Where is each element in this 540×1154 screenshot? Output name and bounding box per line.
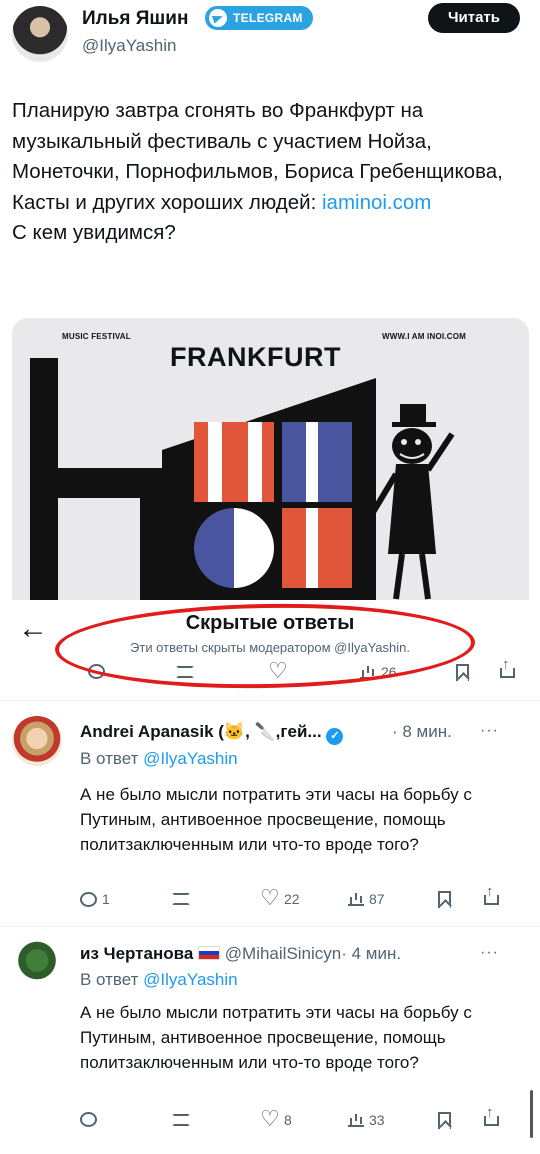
author-name[interactable]: Илья Яшин [82, 8, 188, 30]
bookmark-icon [456, 664, 469, 681]
heart-icon [260, 885, 280, 911]
more-options-icon[interactable]: ··· [480, 944, 499, 962]
views-icon [348, 892, 364, 906]
reply-time[interactable]: · 8 мин. [392, 722, 452, 742]
reply-count: 1 [102, 891, 110, 907]
reply-to-prefix: В ответ [80, 970, 144, 989]
more-options-icon[interactable]: ··· [480, 722, 499, 740]
reply-time[interactable]: · 4 мин. [341, 944, 401, 963]
retweet-icon [172, 1114, 190, 1126]
reply-author-name-text: Andrei Apanasik (🐱, 🔪,гей... [80, 722, 322, 741]
like-count: 8 [284, 1112, 292, 1128]
reply-to-line: В ответ @IlyaYashin [80, 970, 238, 990]
views-button[interactable]: 33 [348, 1112, 385, 1128]
views-button[interactable]: 87 [348, 891, 385, 907]
author-handle[interactable]: @IlyaYashin [82, 36, 176, 56]
telegram-badge[interactable]: TELEGRAM [205, 6, 313, 30]
poster-letter [282, 508, 352, 588]
tweet-text-question: С кем увидимся? [12, 221, 176, 244]
reply-text: А не было мысли потратить эти часы на бо… [80, 785, 472, 854]
tweet-link[interactable]: iaminoi.com [322, 191, 431, 214]
reply-author-name-text: из Чертанова [80, 944, 194, 963]
reply-icon [80, 1112, 97, 1127]
reply-to-handle[interactable]: @IlyaYashin [143, 749, 237, 768]
reply-avatar[interactable] [12, 938, 62, 988]
bookmark-icon [438, 1112, 451, 1129]
author-avatar[interactable] [12, 6, 68, 62]
reply-button[interactable] [80, 1112, 97, 1127]
tweet-text: Планирую завтра сгонять во Франкфурт на … [12, 96, 522, 249]
share-button[interactable] [484, 883, 499, 905]
reply-to-line: В ответ @IlyaYashin [80, 749, 238, 769]
retweet-button[interactable] [172, 1114, 190, 1126]
share-icon [484, 1104, 499, 1126]
poster-letter [194, 508, 274, 588]
like-count: 22 [284, 891, 300, 907]
poster-letter [194, 422, 274, 502]
reply-to-prefix: В ответ [80, 749, 144, 768]
bookmark-button[interactable] [438, 1112, 451, 1129]
verified-icon: ✓ [326, 728, 344, 745]
divider [0, 700, 540, 701]
retweet-button[interactable] [172, 893, 190, 905]
views-count: 87 [369, 891, 385, 907]
russian-flag-icon [198, 946, 221, 960]
divider [0, 926, 540, 927]
share-icon [500, 656, 515, 678]
read-button[interactable]: Читать [428, 3, 520, 33]
views-icon [348, 1113, 364, 1127]
poster-shape [140, 468, 165, 618]
poster-title: FRANKFURT [170, 342, 341, 372]
tweet-header: Илья Яшин TELEGRAM @IlyaYashin Читать [0, 0, 540, 90]
festival-poster-image[interactable]: MUSIC FESTIVAL WWW.I AM INOI.COM FRANKFU… [12, 318, 529, 618]
bookmark-button[interactable] [438, 891, 451, 908]
share-button[interactable] [500, 656, 515, 678]
poster-label-left: MUSIC FESTIVAL [62, 332, 131, 341]
telegram-icon [209, 9, 227, 27]
like-button[interactable]: 22 [260, 885, 300, 911]
reply-icon [80, 891, 97, 907]
reply-author-name[interactable]: Andrei Apanasik (🐱, 🔪,гей... ✓ [80, 722, 344, 745]
reply-to-handle[interactable]: @IlyaYashin [143, 970, 237, 989]
bookmark-button[interactable] [456, 664, 469, 681]
poster-letter [282, 422, 352, 502]
share-button[interactable] [484, 1104, 499, 1126]
heart-icon [260, 1106, 280, 1132]
reply-text: А не было мысли потратить эти часы на бо… [80, 1003, 472, 1072]
share-icon [484, 883, 499, 905]
reply-author-handle: @MihailSinicyn [224, 944, 342, 963]
reply-author-name[interactable]: из Чертанова @MihailSinicyn· 4 мин. [80, 944, 401, 964]
bookmark-icon [438, 891, 451, 908]
poster-label-right: WWW.I AM INOI.COM [382, 332, 466, 341]
scrollbar[interactable] [530, 1090, 533, 1138]
reply-avatar[interactable] [12, 716, 62, 766]
like-button[interactable]: 8 [260, 1106, 292, 1132]
telegram-badge-label: TELEGRAM [233, 11, 303, 25]
retweet-icon [172, 893, 190, 905]
views-count: 33 [369, 1112, 385, 1128]
reply-button[interactable]: 1 [80, 891, 110, 907]
poster-character-illustration [369, 404, 455, 600]
